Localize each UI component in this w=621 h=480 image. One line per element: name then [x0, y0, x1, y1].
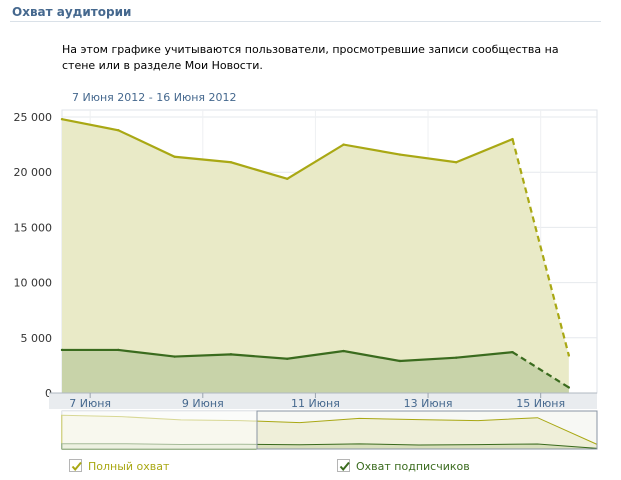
series-full-reach-point	[511, 137, 514, 141]
series-subscribers-reach-point	[511, 350, 514, 354]
series-full-reach-point	[173, 155, 176, 158]
y-tick-label: 20 000	[14, 166, 53, 179]
series-subscribers-reach-point	[567, 386, 571, 389]
y-tick-label: 15 000	[14, 221, 53, 234]
legend-full-reach-label: Полный охват	[88, 460, 170, 473]
series-full-reach-point	[286, 177, 289, 181]
x-tick-label: 15 Июня	[516, 397, 565, 410]
series-subscribers-reach-point	[455, 356, 458, 359]
y-tick-label: 10 000	[14, 277, 53, 290]
x-tick-label: 11 Июня	[291, 397, 340, 410]
series-subscribers-reach-point	[173, 355, 176, 358]
series-subscribers-reach-point	[286, 357, 289, 360]
series-subscribers-reach-area	[62, 349, 569, 393]
legend-subscribers-reach-checkbox[interactable]	[337, 459, 350, 472]
y-tick-label: 5 000	[21, 332, 53, 345]
legend-full-reach-checkbox[interactable]	[69, 459, 82, 472]
series-full-reach-point	[455, 161, 458, 164]
series-full-reach-point	[567, 354, 571, 357]
series-subscribers-reach-point	[117, 348, 120, 352]
series-subscribers-reach-point	[342, 349, 345, 353]
series-full-reach-point	[398, 153, 402, 156]
series-full-reach-point	[117, 129, 120, 132]
x-tick-label: 13 Июня	[404, 397, 453, 410]
check-icon	[71, 461, 82, 472]
series-full-reach-point	[60, 118, 64, 121]
series-subscribers-reach-point	[60, 348, 64, 352]
series-subscribers-reach-point	[398, 359, 402, 363]
series-full-reach-point	[229, 161, 233, 164]
legend-subscribers-reach-label: Охват подписчиков	[356, 460, 470, 473]
y-tick-label: 25 000	[14, 111, 53, 124]
series-full-reach-point	[342, 143, 345, 146]
check-icon	[339, 461, 350, 472]
series-subscribers-reach-point	[229, 353, 233, 356]
x-tick-label: 9 Июня	[182, 397, 224, 410]
reach-chart[interactable]: 05 00010 00015 00020 00025 0007 Июня 9 Ию…	[0, 0, 621, 480]
navigator-unselected-mask	[62, 411, 257, 449]
x-tick-label: 7 Июня	[69, 397, 111, 410]
